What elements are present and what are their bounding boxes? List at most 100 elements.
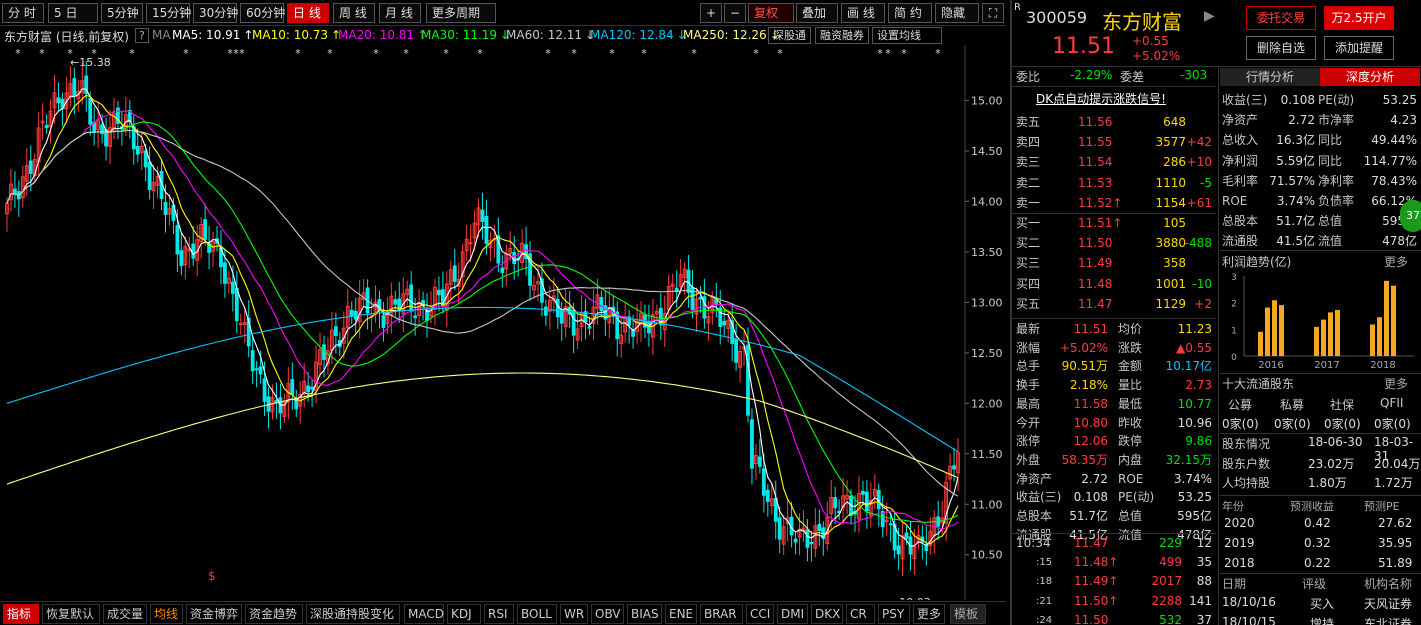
indicator-tab[interactable]: RSI bbox=[484, 604, 514, 624]
tab-5min[interactable]: 5分钟 bbox=[101, 3, 143, 23]
float-badge[interactable]: 37 bbox=[1400, 200, 1421, 232]
indicator-tab[interactable]: DMI bbox=[777, 604, 808, 624]
event-marker-icon[interactable]: * bbox=[753, 47, 759, 60]
indicator-tab[interactable]: WR bbox=[560, 604, 588, 624]
event-marker-icon[interactable]: * bbox=[129, 47, 135, 60]
event-marker-icon[interactable]: * bbox=[239, 47, 245, 60]
indicator-tab[interactable]: DKX bbox=[811, 604, 843, 624]
tab-weekly[interactable]: 周 线 bbox=[333, 3, 375, 23]
margin-trading-button[interactable]: 融资融券 bbox=[815, 27, 869, 44]
tab-5day[interactable]: 5 日 bbox=[48, 3, 98, 23]
tab-deep-analysis[interactable]: 深度分析 bbox=[1320, 68, 1420, 86]
next-stock-icon[interactable]: ▶ bbox=[1204, 8, 1215, 24]
indicator-tab[interactable]: 指标 bbox=[3, 604, 39, 624]
orderbook-row[interactable]: 买三 11.49 358 bbox=[1012, 253, 1216, 273]
event-marker-icon[interactable]: * bbox=[477, 47, 483, 60]
holders-more-link[interactable]: 更多 bbox=[1384, 375, 1408, 392]
zoom-in-button[interactable]: + bbox=[700, 3, 722, 23]
orderbook-row[interactable]: 买五 11.47 1129 +2 bbox=[1012, 294, 1216, 314]
shengutong-button[interactable]: 深股通 bbox=[768, 27, 811, 44]
indicator-tab[interactable]: 均线 bbox=[150, 604, 183, 624]
orderbook-row[interactable]: 卖四 11.55 3577 +42 bbox=[1012, 132, 1216, 152]
indicator-tab[interactable]: MACD bbox=[404, 604, 444, 624]
orderbook-row[interactable]: 卖一 11.52↑ 1154 +61 bbox=[1012, 193, 1216, 213]
event-marker-icon[interactable]: * bbox=[885, 47, 891, 60]
help-icon[interactable]: ? bbox=[135, 28, 149, 43]
tab-15min[interactable]: 15分钟 bbox=[146, 3, 191, 23]
fullscreen-icon[interactable]: ⛶ bbox=[982, 3, 1004, 23]
indicator-tab[interactable]: BOLL bbox=[517, 604, 557, 624]
overlay-button[interactable]: 叠加 bbox=[796, 3, 838, 23]
orderbook-row[interactable]: 卖五 11.56 648 bbox=[1012, 112, 1216, 132]
add-alert-button[interactable]: 添加提醒 bbox=[1324, 36, 1394, 60]
indicator-tab[interactable]: CR bbox=[846, 604, 875, 624]
event-marker-icon[interactable]: * bbox=[877, 47, 883, 60]
event-marker-icon[interactable]: * bbox=[691, 47, 697, 60]
event-marker-icon[interactable]: * bbox=[39, 47, 45, 60]
indicator-tab[interactable]: PSY bbox=[878, 604, 910, 624]
draw-line-button[interactable]: 画 线 bbox=[841, 3, 885, 23]
event-marker-icon[interactable]: * bbox=[295, 47, 301, 60]
signal-link[interactable]: DK点自动提示涨跌信号! bbox=[1036, 90, 1166, 107]
event-marker-icon[interactable]: * bbox=[609, 47, 615, 60]
set-ma-button[interactable]: 设置均线 bbox=[872, 27, 942, 44]
orderbook-row[interactable]: 买二 11.50 3880 -488 bbox=[1012, 233, 1216, 253]
rating-cell[interactable]: 买入 bbox=[1310, 595, 1334, 612]
event-marker-icon[interactable]: * bbox=[443, 47, 449, 60]
tab-fenshi[interactable]: 分 时 bbox=[2, 3, 44, 23]
event-marker-icon[interactable]: * bbox=[571, 47, 577, 60]
rating-cell[interactable]: 18/10/15 bbox=[1222, 615, 1276, 625]
tab-market-analysis[interactable]: 行情分析 bbox=[1220, 68, 1320, 86]
event-marker-icon[interactable]: * bbox=[777, 47, 783, 60]
holder-count[interactable]: 0家(0) bbox=[1324, 415, 1361, 432]
event-marker-icon[interactable]: * bbox=[183, 47, 189, 60]
indicator-tab[interactable]: CCI bbox=[746, 604, 774, 624]
event-marker-icon[interactable]: * bbox=[373, 47, 379, 60]
kline-chart[interactable]: 15.00 14.50 14.00 13.50 13.00 12.50 12.00 11.50… bbox=[0, 45, 1006, 609]
zoom-out-button[interactable]: − bbox=[724, 3, 746, 23]
open-account-button[interactable]: 万2.5开户 bbox=[1324, 6, 1394, 30]
simple-button[interactable]: 简 约 bbox=[888, 3, 932, 23]
holder-count[interactable]: 0家(0) bbox=[1374, 415, 1411, 432]
orderbook-row[interactable]: 卖二 11.53 1110 -5 bbox=[1012, 173, 1216, 193]
event-marker-icon[interactable]: * bbox=[15, 47, 21, 60]
event-marker-icon[interactable]: * bbox=[901, 47, 907, 60]
event-marker-icon[interactable]: * bbox=[935, 47, 941, 60]
tab-60min[interactable]: 60分钟 bbox=[240, 3, 285, 23]
indicator-tab[interactable]: 资金趋势 bbox=[245, 604, 303, 624]
indicator-tab[interactable]: KDJ bbox=[447, 604, 481, 624]
indicator-tab[interactable]: 资金博弈 bbox=[186, 604, 242, 624]
rating-cell[interactable]: 增持 bbox=[1310, 615, 1334, 625]
indicator-tab[interactable]: BRAR bbox=[700, 604, 743, 624]
indicator-tab[interactable]: 模板 bbox=[950, 604, 986, 624]
trade-button[interactable]: 委托交易 bbox=[1246, 6, 1316, 30]
hide-button[interactable]: 隐藏 bbox=[935, 3, 979, 23]
event-marker-icon[interactable]: * bbox=[403, 47, 409, 60]
remove-watchlist-button[interactable]: 删除自选 bbox=[1246, 36, 1316, 60]
event-marker-icon[interactable]: * bbox=[327, 47, 333, 60]
tab-monthly[interactable]: 月 线 bbox=[379, 3, 421, 23]
indicator-tab[interactable]: ENE bbox=[665, 604, 697, 624]
orderbook-row[interactable]: 买一 11.51↑ 105 bbox=[1012, 213, 1216, 233]
indicator-tab[interactable]: 深股通持股变化 bbox=[306, 604, 400, 624]
rating-cell[interactable]: 天风证券 bbox=[1364, 595, 1412, 612]
event-marker-icon[interactable]: * bbox=[641, 47, 647, 60]
holder-count[interactable]: 0家(0) bbox=[1274, 415, 1311, 432]
dividend-marker-icon[interactable]: $ bbox=[208, 569, 216, 583]
profit-more-link[interactable]: 更多 bbox=[1384, 253, 1408, 270]
indicator-tab[interactable]: 更多 bbox=[913, 604, 945, 624]
tab-more-periods[interactable]: 更多周期 bbox=[426, 3, 496, 23]
indicator-tab[interactable]: 恢复默认 bbox=[42, 604, 100, 624]
rating-cell[interactable]: 东北证券 bbox=[1364, 615, 1412, 625]
fuquan-button[interactable]: 复权 bbox=[748, 3, 794, 23]
orderbook-row[interactable]: 买四 11.48 1001 -10 bbox=[1012, 274, 1216, 294]
indicator-tab[interactable]: OBV bbox=[591, 604, 624, 624]
indicator-tab[interactable]: BIAS bbox=[627, 604, 662, 624]
tab-30min[interactable]: 30分钟 bbox=[193, 3, 238, 23]
tab-daily[interactable]: 日 线 bbox=[287, 3, 329, 23]
orderbook-row[interactable]: 卖三 11.54 286 +10 bbox=[1012, 152, 1216, 172]
holder-count[interactable]: 0家(0) bbox=[1222, 415, 1259, 432]
rating-cell[interactable]: 18/10/16 bbox=[1222, 595, 1276, 609]
indicator-tab[interactable]: 成交量 bbox=[103, 604, 147, 624]
event-marker-icon[interactable]: * bbox=[545, 47, 551, 60]
